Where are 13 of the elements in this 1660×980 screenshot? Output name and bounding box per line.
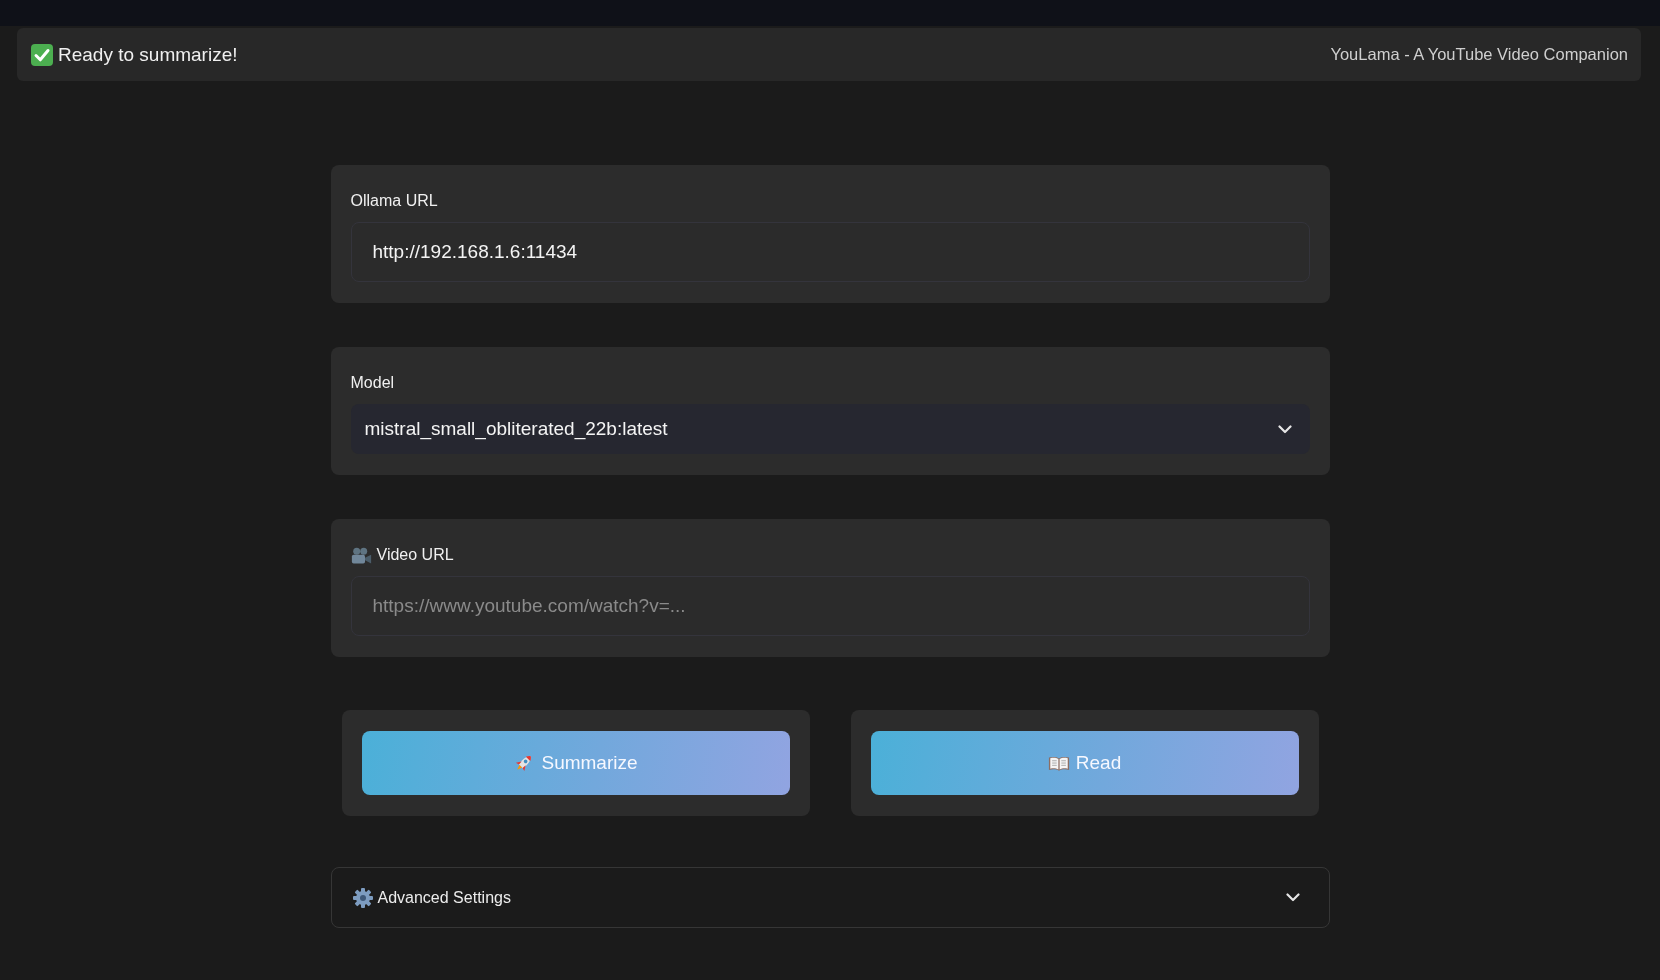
field-label: Video URL xyxy=(376,545,454,565)
text-input[interactable]: http://192.168.1.6:11434 xyxy=(350,222,1310,282)
model-select[interactable]: mistral_small_obliterated_22b:latest xyxy=(350,404,1310,454)
advanced-settings-expander[interactable]: Advanced Settings xyxy=(330,867,1330,928)
status-message: Ready to summarize! xyxy=(58,43,238,66)
app-title: YouLama - A YouTube Video Companion xyxy=(1330,45,1628,64)
field-label: Model xyxy=(350,373,395,393)
open-book-icon xyxy=(1047,754,1070,772)
check-icon xyxy=(31,43,53,66)
text-input[interactable]: https://www.youtube.com/watch?v=... xyxy=(350,576,1310,636)
chevron-down-icon xyxy=(1277,424,1292,434)
movie-camera-icon xyxy=(350,546,372,564)
field-label: Ollama URL xyxy=(350,191,438,211)
